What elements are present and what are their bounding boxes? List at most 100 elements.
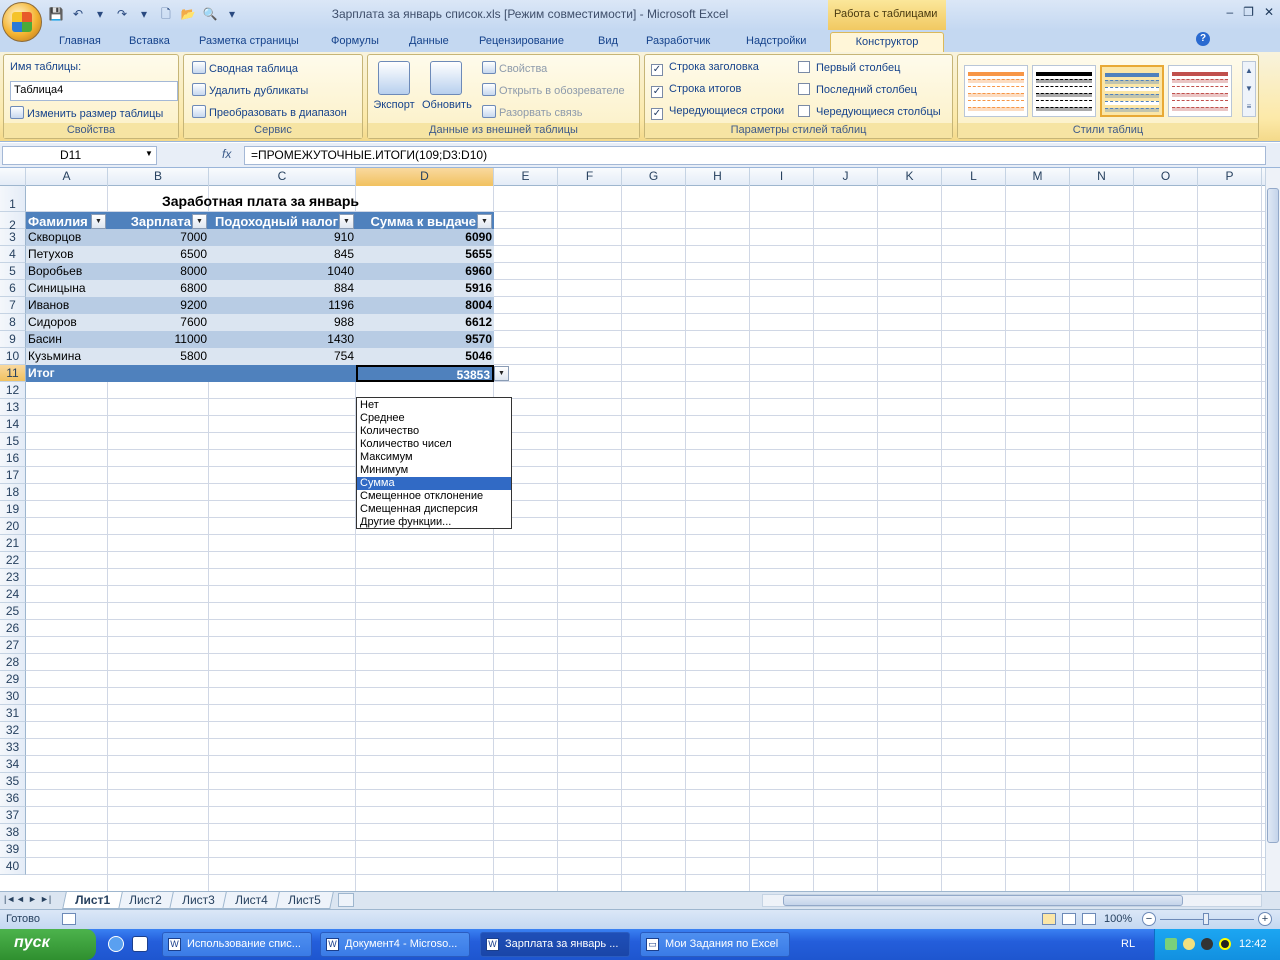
row-header[interactable]: 35: [0, 773, 26, 790]
browser-quicklaunch-icon[interactable]: [108, 936, 124, 952]
row-header[interactable]: 31: [0, 705, 26, 722]
sheet-nav-arrow-icon[interactable]: |◄: [4, 894, 15, 904]
insert-sheet-icon[interactable]: [338, 893, 354, 907]
row-header[interactable]: 30: [0, 688, 26, 705]
row-header[interactable]: 18: [0, 484, 26, 501]
dropdown-option[interactable]: Нет: [357, 399, 511, 412]
row-header[interactable]: 21: [0, 535, 26, 552]
filter-dropdown-icon[interactable]: ▼: [91, 214, 106, 229]
banded-columns-checkbox[interactable]: Чередующиеся столбцы: [798, 105, 941, 118]
row-header[interactable]: 9: [0, 331, 26, 348]
row-header[interactable]: 12: [0, 382, 26, 399]
column-header-e[interactable]: E: [494, 168, 558, 186]
dropdown-option[interactable]: Количество: [357, 425, 511, 438]
table-style-swatch[interactable]: [1032, 65, 1096, 117]
gallery-scroll[interactable]: ▲ ▼ ≡: [1242, 61, 1256, 117]
column-header-n[interactable]: N: [1070, 168, 1134, 186]
tab-8[interactable]: Разработчик: [638, 32, 718, 52]
resize-table-button[interactable]: Изменить размер таблицы: [10, 106, 163, 120]
page-layout-view-icon[interactable]: [1062, 913, 1076, 925]
sheet-nav-arrow-icon[interactable]: ►|: [40, 894, 51, 904]
table-style-swatch[interactable]: [1100, 65, 1164, 117]
row-header[interactable]: 37: [0, 807, 26, 824]
tab-2[interactable]: Вставка: [121, 32, 178, 52]
dropdown-option[interactable]: Среднее: [357, 412, 511, 425]
row-header[interactable]: 25: [0, 603, 26, 620]
table-name-input[interactable]: Таблица4: [10, 81, 178, 101]
row-header[interactable]: 15: [0, 433, 26, 450]
sheet-tab-2[interactable]: Лист2: [116, 892, 175, 909]
row-header[interactable]: 7: [0, 297, 26, 314]
row-header[interactable]: 39: [0, 841, 26, 858]
row-header[interactable]: 36: [0, 790, 26, 807]
row-header[interactable]: 33: [0, 739, 26, 756]
zoom-level[interactable]: 100%: [1104, 913, 1132, 925]
pivot-table-button[interactable]: Сводная таблица: [192, 61, 298, 75]
row-header[interactable]: 16: [0, 450, 26, 467]
row-header[interactable]: 13: [0, 399, 26, 416]
tray-icon-3[interactable]: [1201, 938, 1213, 950]
row-header[interactable]: 34: [0, 756, 26, 773]
row-header[interactable]: 6: [0, 280, 26, 297]
column-header-h[interactable]: H: [686, 168, 750, 186]
refresh-button[interactable]: Обновить: [422, 61, 472, 111]
zoom-in-button[interactable]: +: [1258, 912, 1272, 926]
column-header-b[interactable]: B: [108, 168, 209, 186]
remove-duplicates-button[interactable]: Удалить дубликаты: [192, 83, 308, 97]
row-header[interactable]: 23: [0, 569, 26, 586]
last-column-checkbox[interactable]: Последний столбец: [798, 83, 917, 96]
tab-6[interactable]: Рецензирование: [471, 32, 572, 52]
worksheet-grid[interactable]: ABCDEFGHIJKLMNOP 1 2 3 4 5 6 7 8 9 10 11 12 13 14 15 16…: [0, 168, 1265, 891]
row-header[interactable]: 24: [0, 586, 26, 603]
select-all-corner[interactable]: [0, 168, 26, 186]
row-header[interactable]: 38: [0, 824, 26, 841]
total-dropdown-icon[interactable]: ▼: [494, 366, 509, 381]
normal-view-icon[interactable]: [1042, 913, 1056, 925]
macro-record-icon[interactable]: [62, 913, 76, 925]
tab-9[interactable]: Надстройки: [738, 32, 814, 52]
row-header[interactable]: 28: [0, 654, 26, 671]
properties-button[interactable]: Свойства: [482, 61, 547, 75]
total-value[interactable]: 53853: [356, 365, 494, 382]
dropdown-option[interactable]: Смещенная дисперсия: [357, 503, 511, 516]
sheet-tab-1[interactable]: Лист1: [62, 892, 123, 909]
tab-5[interactable]: Данные: [401, 32, 457, 52]
dropdown-option[interactable]: Смещенное отклонение: [357, 490, 511, 503]
help-icon[interactable]: ?: [1196, 32, 1210, 46]
horizontal-scroll-thumb[interactable]: [783, 895, 1183, 906]
header-row-checkbox[interactable]: ✓ Строка заголовка: [651, 61, 759, 76]
row-header[interactable]: 40: [0, 858, 26, 875]
column-header-j[interactable]: J: [814, 168, 878, 186]
row-header[interactable]: 3: [0, 229, 26, 246]
name-box-dropdown-icon[interactable]: ▼: [145, 149, 153, 158]
table-style-swatch[interactable]: [1168, 65, 1232, 117]
column-header-d[interactable]: D: [356, 168, 494, 186]
sheet-nav-arrow-icon[interactable]: ◄: [16, 894, 25, 904]
row-header[interactable]: 22: [0, 552, 26, 569]
dropdown-option[interactable]: Сумма: [357, 477, 511, 490]
column-header-l[interactable]: L: [942, 168, 1006, 186]
column-header-a[interactable]: A: [26, 168, 108, 186]
formula-input[interactable]: =ПРОМЕЖУТОЧНЫЕ.ИТОГИ(109;D3:D10): [244, 146, 1266, 165]
first-column-checkbox[interactable]: Первый столбец: [798, 61, 900, 74]
tray-icon-2[interactable]: [1183, 938, 1195, 950]
tab-4[interactable]: Формулы: [323, 32, 387, 52]
office-button[interactable]: [2, 2, 42, 42]
row-header[interactable]: 11: [0, 365, 26, 382]
column-header-c[interactable]: C: [209, 168, 356, 186]
vertical-scrollbar[interactable]: [1265, 168, 1280, 891]
language-indicator[interactable]: RL: [1121, 938, 1135, 950]
taskbar-button-3[interactable]: W Зарплата за январь ...: [480, 932, 630, 957]
minimize-button[interactable]: –: [1226, 5, 1233, 19]
open-browser-button[interactable]: Открыть в обозревателе: [482, 83, 625, 97]
total-row-checkbox[interactable]: ✓ Строка итогов: [651, 83, 741, 98]
row-header[interactable]: 17: [0, 467, 26, 484]
column-header-i[interactable]: I: [750, 168, 814, 186]
start-button[interactable]: пуск: [0, 929, 96, 960]
row-header[interactable]: 14: [0, 416, 26, 433]
sheet-tab-5[interactable]: Лист5: [275, 892, 334, 909]
total-function-dropdown[interactable]: Нет Среднее Количество Количество чисел Макс…: [356, 397, 512, 529]
tray-icon-1[interactable]: [1165, 938, 1177, 950]
row-header[interactable]: 2: [0, 212, 26, 232]
tab-1[interactable]: Главная: [51, 32, 109, 52]
